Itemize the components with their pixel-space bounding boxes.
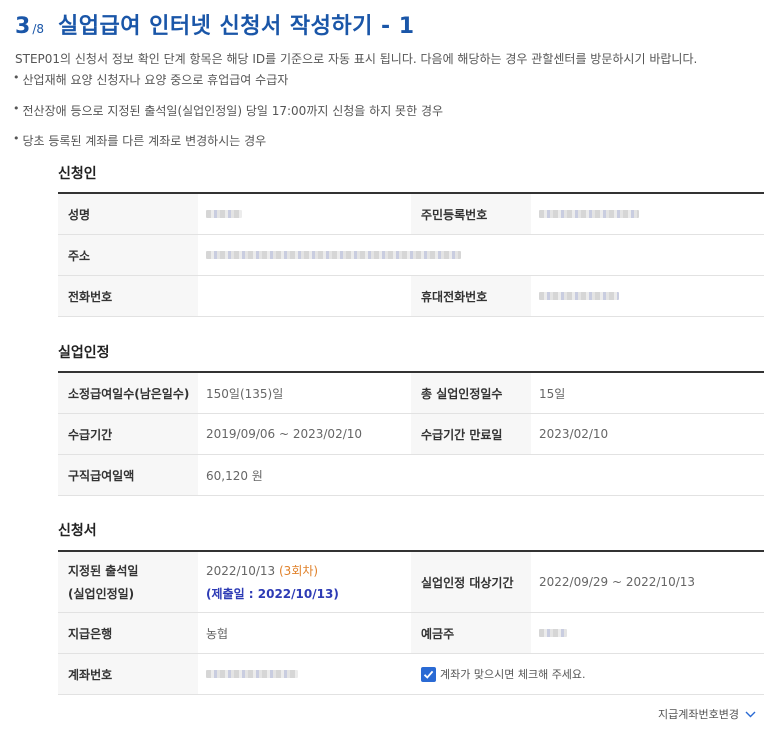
table-row: 수급기간 2019/09/06 ~ 2023/02/10 수급기간 만료일 20… <box>58 414 764 455</box>
note-text: 당초 등록된 계좌를 다른 계좌로 변경하시는 경우 <box>22 134 267 148</box>
target-period-value: 2022/09/29 ~ 2022/10/13 <box>539 575 696 589</box>
masked-holder <box>539 629 567 637</box>
section-title-unemployment: 실업인정 <box>58 345 110 361</box>
table-row: 전화번호 휴대전화번호 <box>58 276 764 317</box>
attend-date: 2022/10/13 <box>206 564 276 578</box>
note-text: 산업재해 요양 신청자나 요양 중으로 휴업급여 수급자 <box>22 73 289 87</box>
holder-value <box>531 613 764 653</box>
table-row: 구직급여일액 60,120 원 <box>58 455 764 496</box>
step-total: /8 <box>32 22 44 36</box>
note-item: • 전산장애 등으로 지정된 출석일(실업인정일) 당일 17:00까지 신청을… <box>13 102 443 119</box>
table-row: 계좌번호 계좌가 맞으시면 체크해 주세요. <box>58 654 764 695</box>
daily-amount-label: 구직급여일액 <box>58 455 198 495</box>
account-confirm-checkbox[interactable]: 계좌가 맞으시면 체크해 주세요. <box>421 666 764 682</box>
rrn-value <box>531 194 764 234</box>
table-row: 성명 주민등록번호 <box>58 194 764 235</box>
empty-cell <box>531 455 764 495</box>
unemployment-table: 소정급여일수(남은일수) 150일(135)일 총 실업인정일수 15일 수급기… <box>58 371 764 496</box>
change-account-link[interactable]: 지급계좌번호변경 <box>658 706 756 722</box>
daily-amount-value: 60,120 원 <box>206 468 263 483</box>
phone-label: 전화번호 <box>58 276 198 316</box>
bullet-icon: • <box>13 71 20 84</box>
page-title: 3 /8 실업급여 인터넷 신청서 작성하기 - 1 <box>15 8 415 42</box>
period-label: 수급기간 <box>58 414 198 454</box>
attend-date-value: 2022/10/13 (3회차) (제출일 : 2022/10/13) <box>198 552 411 612</box>
intro-text: STEP01의 신청서 정보 확인 단계 항목은 해당 ID를 기준으로 자동 … <box>15 52 698 66</box>
step-current: 3 <box>15 14 31 39</box>
table-row: 지급은행 농협 예금주 <box>58 613 764 654</box>
chevron-down-icon <box>745 711 756 717</box>
table-row: 소정급여일수(남은일수) 150일(135)일 총 실업인정일수 15일 <box>58 373 764 414</box>
target-period-label: 실업인정 대상기간 <box>411 552 531 612</box>
attend-date-label: 지정된 출석일 (실업인정일) <box>58 552 198 612</box>
table-row: 지정된 출석일 (실업인정일) 2022/10/13 (3회차) (제출일 : … <box>58 552 764 613</box>
bullet-icon: • <box>13 102 20 115</box>
confirm-cell-value: 계좌가 맞으시면 체크해 주세요. <box>421 654 764 694</box>
benefit-days-label: 소정급여일수(남은일수) <box>58 373 198 413</box>
application-page: 3 /8 실업급여 인터넷 신청서 작성하기 - 1 STEP01의 신청서 정… <box>0 0 774 746</box>
submit-date: (제출일 : 2022/10/13) <box>206 587 339 601</box>
expiry-value: 2023/02/10 <box>539 427 609 441</box>
note-item: • 산업재해 요양 신청자나 요양 중으로 휴업급여 수급자 <box>13 71 288 88</box>
account-value <box>198 654 411 694</box>
expiry-label: 수급기간 만료일 <box>411 414 531 454</box>
masked-name <box>206 210 242 218</box>
period-value: 2019/09/06 ~ 2023/02/10 <box>206 427 363 441</box>
page-title-text: 실업급여 인터넷 신청서 작성하기 - 1 <box>58 14 415 39</box>
rrn-label: 주민등록번호 <box>411 194 531 234</box>
name-value <box>198 194 411 234</box>
empty-cell <box>411 455 531 495</box>
account-label: 계좌번호 <box>58 654 198 694</box>
benefit-days-value: 150일(135)일 <box>206 386 284 401</box>
address-value <box>198 235 764 275</box>
table-row: 주소 <box>58 235 764 276</box>
holder-label: 예금주 <box>411 613 531 653</box>
masked-mobile <box>539 292 619 300</box>
total-days-label: 총 실업인정일수 <box>411 373 531 413</box>
attend-label-line2: (실업인정일) <box>68 587 135 601</box>
attend-count: (3회차) <box>279 564 319 578</box>
account-confirm-label: 계좌가 맞으시면 체크해 주세요. <box>440 668 586 681</box>
bullet-icon: • <box>13 132 20 145</box>
attend-date-line: 2022/10/13 (3회차) <box>206 562 411 579</box>
change-account-label: 지급계좌번호변경 <box>658 708 739 721</box>
masked-account <box>206 670 298 678</box>
name-label: 성명 <box>58 194 198 234</box>
masked-address <box>206 251 461 259</box>
total-days-value: 15일 <box>539 386 566 401</box>
note-item: • 당초 등록된 계좌를 다른 계좌로 변경하시는 경우 <box>13 132 266 149</box>
bank-value: 농협 <box>206 626 229 641</box>
section-title-application: 신청서 <box>58 523 97 539</box>
phone-value <box>198 276 411 316</box>
bank-label: 지급은행 <box>58 613 198 653</box>
section-title-applicant: 신청인 <box>58 166 97 182</box>
attend-label-line1: 지정된 출석일 <box>68 564 139 578</box>
mobile-value <box>531 276 764 316</box>
mobile-label: 휴대전화번호 <box>411 276 531 316</box>
masked-rrn <box>539 210 639 218</box>
address-label: 주소 <box>58 235 198 275</box>
note-text: 전산장애 등으로 지정된 출석일(실업인정일) 당일 17:00까지 신청을 하… <box>22 104 444 118</box>
applicant-table: 성명 주민등록번호 주소 전화번호 휴대전화번호 <box>58 192 764 317</box>
checkmark-icon[interactable] <box>421 666 436 682</box>
application-table: 지정된 출석일 (실업인정일) 2022/10/13 (3회차) (제출일 : … <box>58 550 764 695</box>
